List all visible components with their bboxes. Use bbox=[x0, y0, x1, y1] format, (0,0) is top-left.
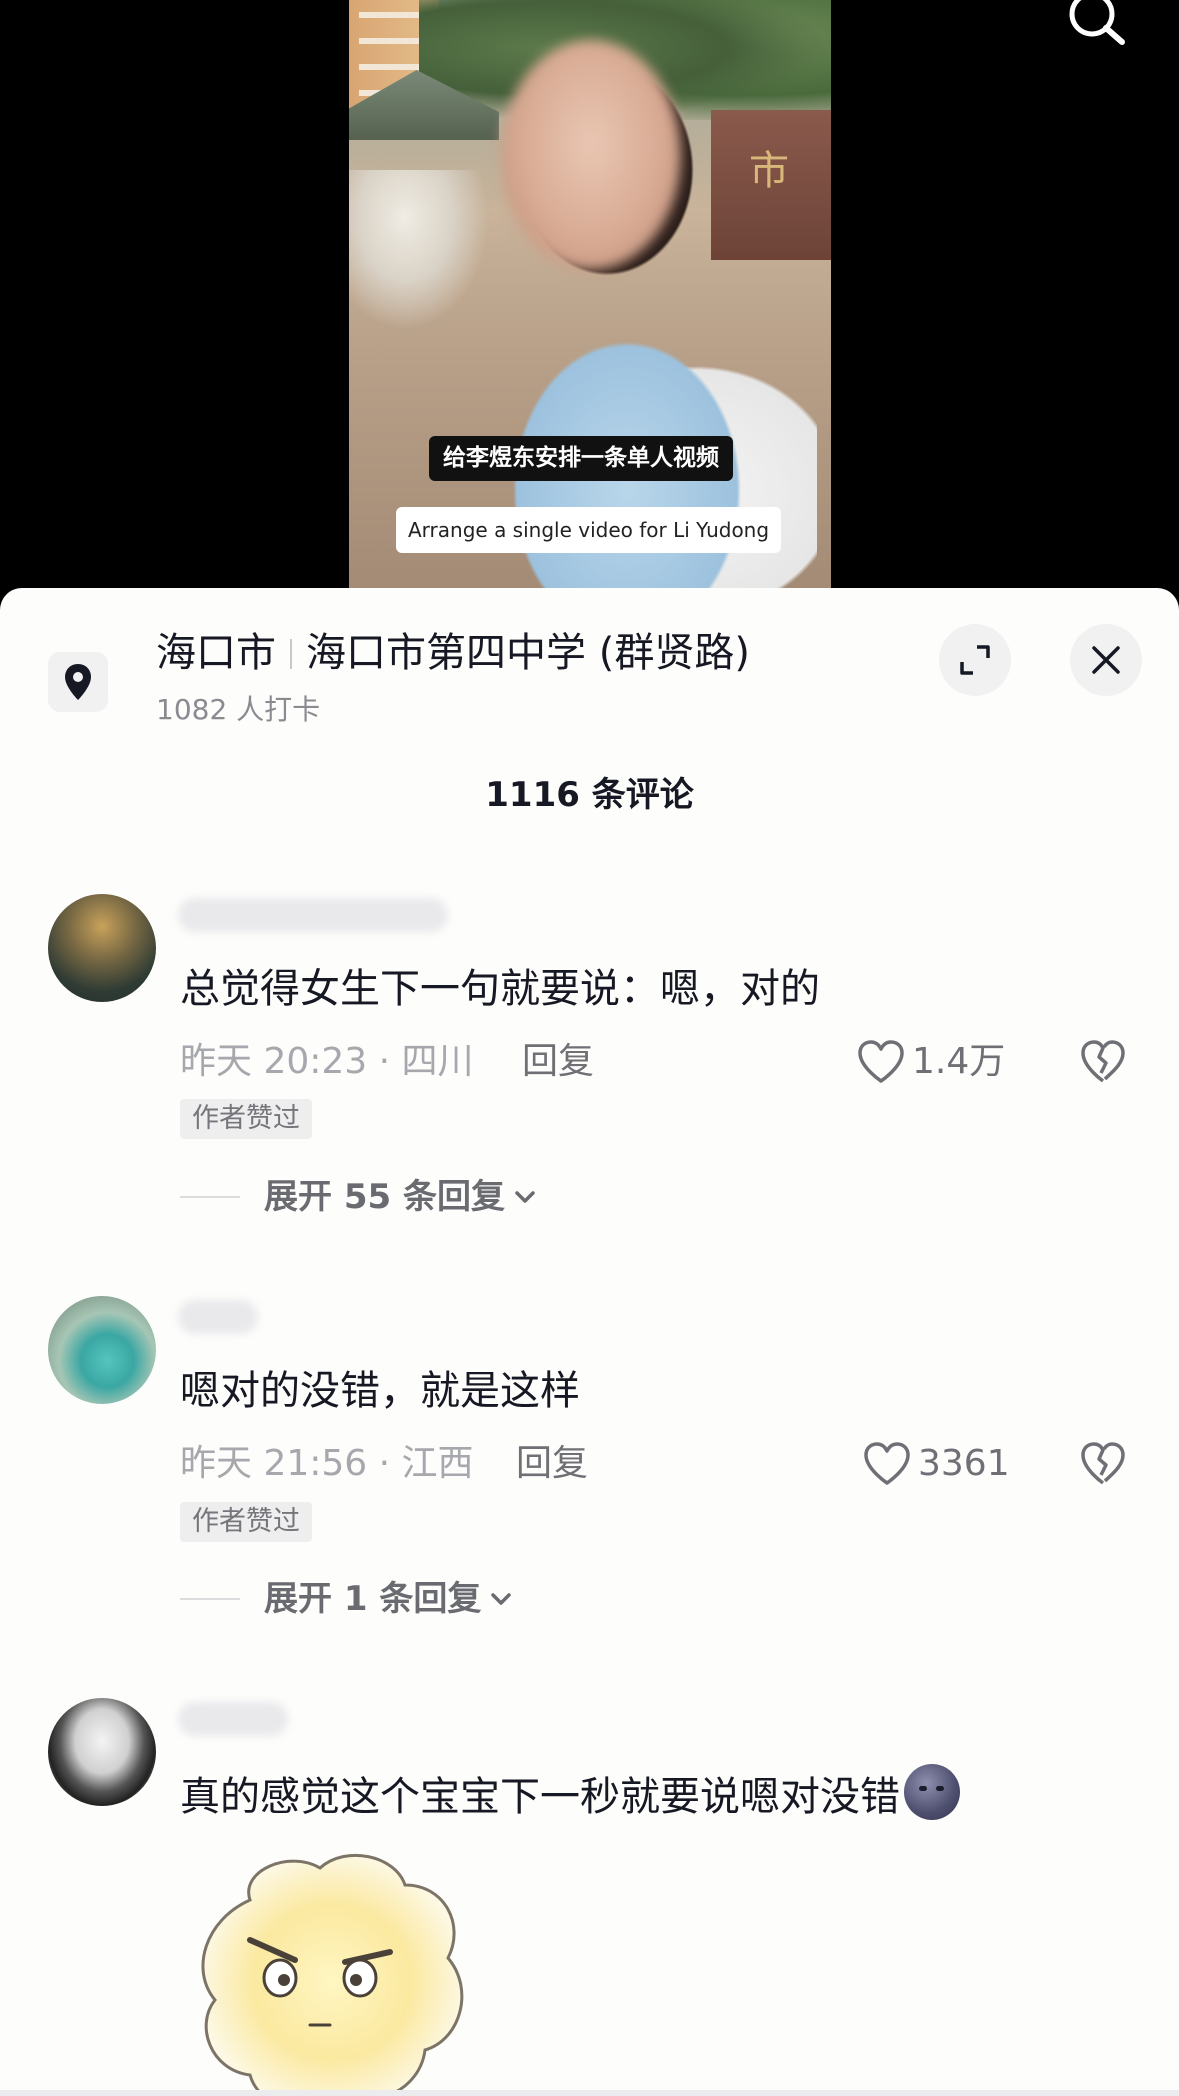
video-subtitle-english: Arrange a single video for Li Yudong bbox=[396, 507, 782, 553]
divider-line bbox=[180, 1598, 240, 1600]
username-blurred[interactable] bbox=[178, 1300, 258, 1334]
divider-line bbox=[180, 1196, 240, 1198]
avatar[interactable] bbox=[48, 894, 156, 1002]
location-separator bbox=[290, 639, 292, 669]
blurred-face bbox=[501, 40, 681, 270]
comment-meta: 昨天 20:23 · 四川 bbox=[180, 1041, 474, 1082]
expand-replies-label: 展开 55 条回复 bbox=[264, 1177, 505, 1217]
username-blurred[interactable] bbox=[178, 898, 448, 932]
dislike-button[interactable] bbox=[1078, 1440, 1128, 1488]
sticker-image[interactable] bbox=[180, 1840, 480, 2096]
comment-text: 嗯对的没错，就是这样 bbox=[180, 1368, 580, 1414]
location-place: 海口市第四中学 (群贤路) bbox=[306, 630, 750, 676]
like-button[interactable]: 3361 bbox=[862, 1440, 1010, 1488]
reply-button[interactable]: 回复 bbox=[522, 1038, 594, 1086]
comment-meta: 昨天 21:56 · 江西 bbox=[180, 1443, 474, 1484]
comment-sheet: 海口市 海口市第四中学 (群贤路) 1082 人打卡 1116 条评论 总觉得女生… bbox=[0, 588, 1179, 2096]
dislike-button[interactable] bbox=[1078, 1038, 1128, 1086]
author-liked-badge: 作者赞过 bbox=[180, 1099, 312, 1139]
bottom-divider bbox=[0, 2090, 1179, 2096]
dislike-icon bbox=[1081, 1442, 1125, 1485]
search-button[interactable] bbox=[1060, 0, 1132, 50]
author-liked-badge: 作者赞过 bbox=[180, 1502, 312, 1542]
location-pin-icon bbox=[65, 664, 91, 700]
angry-bun-sticker bbox=[201, 1853, 464, 2096]
location-title[interactable]: 海口市 海口市第四中学 (群贤路) bbox=[156, 628, 750, 678]
username-blurred[interactable] bbox=[178, 1702, 288, 1736]
location-city: 海口市 bbox=[156, 630, 276, 676]
like-count: 3361 bbox=[918, 1443, 1010, 1484]
dislike-icon bbox=[1081, 1040, 1125, 1083]
checkin-count: 1082 人打卡 bbox=[156, 693, 321, 726]
avatar[interactable] bbox=[48, 1698, 156, 1806]
like-button[interactable]: 1.4万 bbox=[856, 1038, 1005, 1086]
heart-icon bbox=[858, 1040, 904, 1083]
video-subtitle-chinese: 给李煜东安排一条单人视频 bbox=[429, 436, 733, 481]
comment-text: 总觉得女生下一句就要说：嗯，对的 bbox=[180, 966, 820, 1012]
new-moon-face-emoji bbox=[904, 1764, 960, 1820]
heart-icon bbox=[864, 1442, 910, 1485]
expand-icon bbox=[960, 645, 990, 675]
avatar[interactable] bbox=[48, 1296, 156, 1404]
comment-text-content: 真的感觉这个宝宝下一秒就要说嗯对没错 bbox=[180, 1774, 900, 1820]
expand-replies-label: 展开 1 条回复 bbox=[264, 1579, 482, 1619]
expand-replies-button[interactable]: 展开 1 条回复 bbox=[180, 1574, 513, 1624]
video-player[interactable]: 给李煜东安排一条单人视频 Arrange a single video for … bbox=[0, 0, 1179, 600]
location-pin-button[interactable] bbox=[48, 652, 108, 712]
like-count: 1.4万 bbox=[912, 1041, 1006, 1082]
expand-button[interactable] bbox=[939, 624, 1011, 696]
comment-count: 1116 条评论 bbox=[485, 775, 694, 815]
close-icon bbox=[1092, 646, 1120, 674]
comment-text: 真的感觉这个宝宝下一秒就要说嗯对没错 bbox=[180, 1764, 960, 1824]
chevron-down-icon bbox=[491, 1593, 512, 1605]
close-button[interactable] bbox=[1070, 624, 1142, 696]
reply-button[interactable]: 回复 bbox=[516, 1440, 588, 1488]
chevron-down-icon bbox=[515, 1191, 535, 1203]
expand-replies-button[interactable]: 展开 55 条回复 bbox=[180, 1172, 537, 1222]
search-icon bbox=[1069, 0, 1125, 45]
